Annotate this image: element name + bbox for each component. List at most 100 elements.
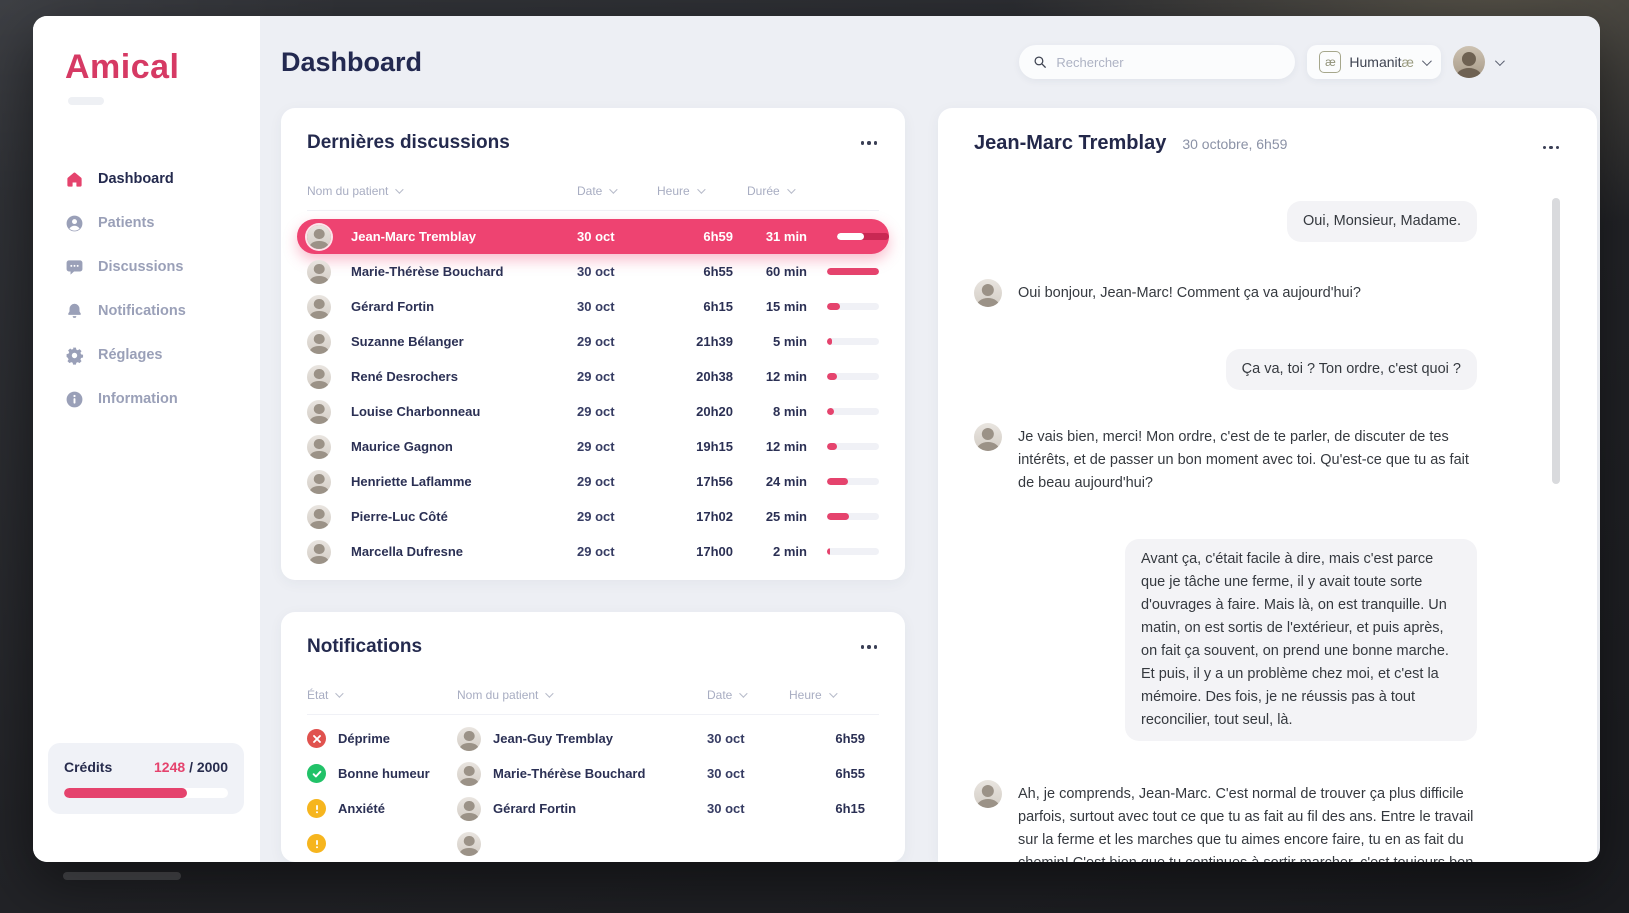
discussion-row[interactable]: Maurice Gagnon29 oct19h1512 min bbox=[307, 429, 879, 464]
page-title: Dashboard bbox=[281, 47, 422, 78]
sidebar-item-label: Discussions bbox=[98, 259, 183, 275]
column-label: État bbox=[307, 688, 328, 702]
patient-avatar bbox=[307, 435, 331, 459]
duration-bar-fill bbox=[837, 233, 864, 240]
duration-bar-fill bbox=[827, 268, 879, 275]
sidebar-item-label: Information bbox=[98, 391, 178, 407]
discussions-title: Dernières discussions bbox=[307, 132, 510, 154]
notification-row[interactable]: Bonne humeurMarie-Thérèse Bouchard30 oct… bbox=[307, 756, 879, 791]
credits-used: 1248 bbox=[154, 759, 185, 775]
status-cell: Bonne humeur bbox=[307, 764, 457, 783]
duration-bar bbox=[827, 268, 879, 275]
chevron-down-icon bbox=[1422, 56, 1432, 66]
cell-name: Louise Charbonneau bbox=[341, 404, 577, 419]
chevron-down-icon bbox=[610, 185, 618, 193]
cell-duration: 8 min bbox=[747, 404, 817, 419]
discussions-menu-button[interactable] bbox=[859, 135, 880, 151]
user-menu[interactable] bbox=[1453, 46, 1502, 78]
sidebar-item-information[interactable]: Information bbox=[65, 377, 260, 421]
duration-bar-fill bbox=[827, 443, 837, 450]
chat-icon bbox=[65, 258, 84, 277]
patient-cell: Gérard Fortin bbox=[457, 797, 707, 821]
duration-bar-fill bbox=[827, 548, 830, 555]
sidebar-item-patients[interactable]: Patients bbox=[65, 201, 260, 245]
sort-header-3[interactable]: Heure bbox=[789, 688, 879, 702]
assistant-avatar bbox=[974, 423, 1002, 451]
sidebar-item-dashboard[interactable]: Dashboard bbox=[65, 157, 260, 201]
discussion-row[interactable]: Jean-Marc Tremblay30 oct6h5931 min bbox=[297, 219, 889, 254]
cell-name: Suzanne Bélanger bbox=[341, 334, 577, 349]
cell-time: 20h20 bbox=[657, 404, 747, 419]
chat-panel: Jean-Marc Tremblay 30 octobre, 6h59 Oui,… bbox=[938, 108, 1597, 862]
discussion-row[interactable]: Henriette Laflamme29 oct17h5624 min bbox=[307, 464, 879, 499]
search-bar[interactable] bbox=[1019, 45, 1295, 79]
cell-time: 17h02 bbox=[657, 509, 747, 524]
cell-date: 30 oct bbox=[577, 229, 657, 244]
discussion-row[interactable]: Marie-Thérèse Bouchard30 oct6h5560 min bbox=[307, 254, 879, 289]
patient-avatar bbox=[307, 540, 331, 564]
discussion-row[interactable]: René Desrochers29 oct20h3812 min bbox=[307, 359, 879, 394]
cell-date: 30 oct bbox=[707, 801, 789, 816]
sort-header-1[interactable]: Date bbox=[577, 184, 657, 198]
notifications-title: Notifications bbox=[307, 636, 422, 658]
status-ok-icon bbox=[307, 764, 326, 783]
patient-avatar bbox=[457, 832, 481, 856]
sidebar-item-notifications[interactable]: Notifications bbox=[65, 289, 260, 333]
language-label: Humanitæ bbox=[1349, 54, 1414, 70]
sort-header-0[interactable]: Nom du patient bbox=[307, 184, 577, 198]
patient-avatar bbox=[307, 400, 331, 424]
notifications-menu-button[interactable] bbox=[859, 639, 880, 655]
cell-time: 6h15 bbox=[657, 299, 747, 314]
discussion-row[interactable]: Marcella Dufresne29 oct17h002 min bbox=[307, 534, 879, 569]
cell-time: 6h15 bbox=[789, 801, 879, 816]
notification-row[interactable] bbox=[307, 826, 879, 861]
chat-menu-button[interactable] bbox=[1541, 140, 1562, 156]
topbar-right: æ Humanitæ bbox=[1019, 45, 1502, 79]
patient-avatar bbox=[307, 365, 331, 389]
chevron-down-icon bbox=[1495, 56, 1505, 66]
discussions-card: Dernières discussions Nom du patientDate… bbox=[281, 108, 905, 580]
notification-row[interactable]: DéprimeJean-Guy Tremblay30 oct6h59 bbox=[307, 721, 879, 756]
discussion-row[interactable]: Louise Charbonneau29 oct20h208 min bbox=[307, 394, 879, 429]
patient-cell bbox=[457, 832, 707, 856]
search-input[interactable] bbox=[1056, 55, 1281, 70]
left-column: Dernières discussions Nom du patientDate… bbox=[281, 108, 905, 862]
content: Dernières discussions Nom du patientDate… bbox=[281, 108, 1600, 862]
chat-scrollbar[interactable] bbox=[1552, 198, 1560, 484]
credits-total: 2000 bbox=[197, 759, 228, 775]
topbar: Dashboard æ Humanitæ bbox=[281, 16, 1600, 108]
main-area: Dashboard æ Humanitæ bbox=[260, 16, 1600, 862]
sort-header-3[interactable]: Durée bbox=[747, 184, 817, 198]
sort-header-2[interactable]: Date bbox=[707, 688, 789, 702]
patient-name: Jean-Guy Tremblay bbox=[493, 731, 613, 746]
duration-bar bbox=[827, 338, 879, 345]
credits-label: Crédits bbox=[64, 759, 112, 775]
sort-header-1[interactable]: Nom du patient bbox=[457, 688, 707, 702]
sort-header-0[interactable]: État bbox=[307, 688, 457, 702]
status-warn-icon bbox=[307, 834, 326, 853]
patient-avatar bbox=[307, 505, 331, 529]
duration-bar-fill bbox=[827, 513, 849, 520]
discussion-row[interactable]: Gérard Fortin30 oct6h1515 min bbox=[307, 289, 879, 324]
sidebar-item-réglages[interactable]: Réglages bbox=[65, 333, 260, 377]
chat-patient-name: Jean-Marc Tremblay bbox=[974, 132, 1166, 155]
discussion-row[interactable]: Pierre-Luc Côté29 oct17h0225 min bbox=[307, 499, 879, 534]
cell-time: 19h15 bbox=[657, 439, 747, 454]
cell-duration: 2 min bbox=[747, 544, 817, 559]
discussion-row[interactable]: Suzanne Bélanger29 oct21h395 min bbox=[307, 324, 879, 359]
column-label: Heure bbox=[657, 184, 690, 198]
credits-separator: / bbox=[189, 759, 193, 775]
cell-time: 21h39 bbox=[657, 334, 747, 349]
notification-row[interactable]: AnxiétéGérard Fortin30 oct6h15 bbox=[307, 791, 879, 826]
app-window: Amical DashboardPatientsDiscussionsNotif… bbox=[33, 16, 1600, 862]
sidebar-item-discussions[interactable]: Discussions bbox=[65, 245, 260, 289]
patient-cell: Marie-Thérèse Bouchard bbox=[457, 762, 707, 786]
chevron-down-icon bbox=[546, 689, 554, 697]
status-cell: Anxiété bbox=[307, 799, 457, 818]
logo-subtext-placeholder bbox=[68, 97, 104, 105]
language-selector[interactable]: æ Humanitæ bbox=[1307, 45, 1441, 79]
sort-header-2[interactable]: Heure bbox=[657, 184, 747, 198]
duration-bar bbox=[827, 513, 879, 520]
home-icon bbox=[65, 170, 84, 189]
sidebar-nav: DashboardPatients Discussions Notification… bbox=[65, 157, 260, 421]
